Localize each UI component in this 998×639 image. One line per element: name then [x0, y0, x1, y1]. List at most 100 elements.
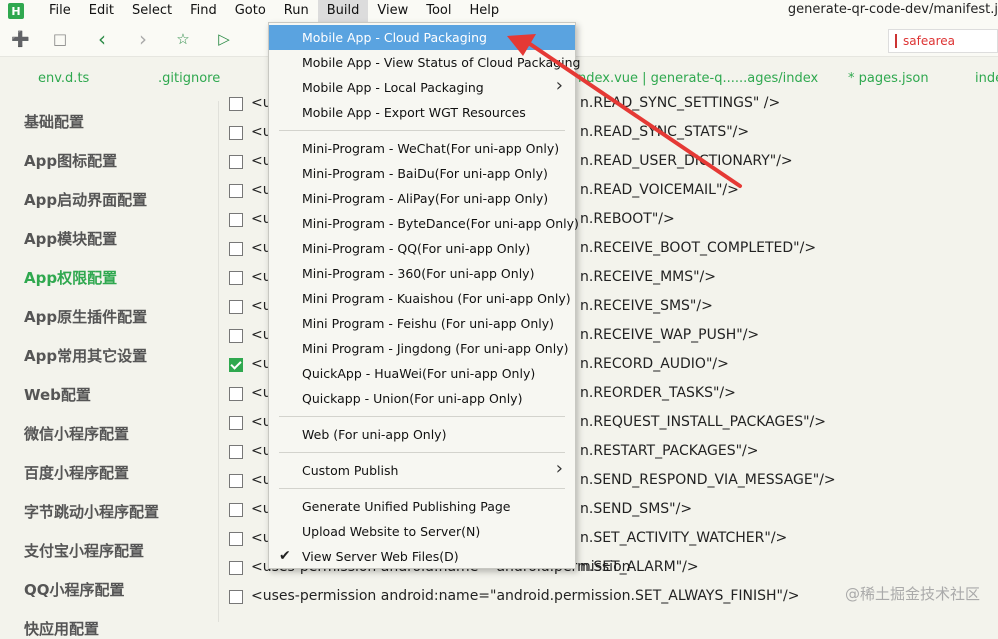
permission-checkbox[interactable]: [229, 416, 243, 430]
sidebar-item-12[interactable]: QQ小程序配置: [24, 579, 125, 600]
sidebar-item-4[interactable]: App权限配置: [24, 267, 117, 288]
build-menu-item-label: View Server Web Files(D): [302, 549, 459, 564]
build-menu-item[interactable]: QuickApp - HuaWei(For uni-app Only): [269, 361, 575, 386]
menu-select[interactable]: Select: [123, 0, 181, 22]
build-menu-item-label: Upload Website to Server(N): [302, 524, 481, 539]
save-icon[interactable]: □: [51, 30, 69, 48]
permission-checkbox[interactable]: [229, 329, 243, 343]
menu-items: File Edit Select Find Goto Run Build View Tool He…: [40, 0, 508, 22]
build-menu-item-label: Mini Program - Jingdong (For uni-app Onl…: [302, 341, 569, 356]
app-logo-icon[interactable]: H: [8, 3, 24, 19]
permission-checkbox[interactable]: [229, 561, 243, 575]
window-title: generate-qr-code-dev/manifest.j: [787, 2, 998, 17]
permission-checkbox[interactable]: [229, 300, 243, 314]
sidebar-item-3[interactable]: App模块配置: [24, 228, 117, 249]
build-menu-item[interactable]: Mini-Program - AliPay(For uni-app Only): [269, 186, 575, 211]
back-icon[interactable]: ‹: [93, 29, 111, 49]
code-text-right: n.READ_SYNC_STATS"/>: [580, 124, 750, 140]
menu-help[interactable]: Help: [460, 0, 508, 22]
build-menu-item-label: Mini-Program - QQ(For uni-app Only): [302, 241, 531, 256]
menu-view[interactable]: View: [368, 0, 417, 22]
sidebar-item-9[interactable]: 百度小程序配置: [24, 462, 129, 483]
sidebar-item-0[interactable]: 基础配置: [24, 111, 84, 132]
tab-index[interactable]: inde: [975, 71, 998, 86]
build-menu-item-label: QuickApp - HuaWei(For uni-app Only): [302, 366, 536, 381]
build-menu-item[interactable]: Mini-Program - 360(For uni-app Only): [269, 261, 575, 286]
code-text-right: n.READ_SYNC_SETTINGS" />: [580, 95, 781, 111]
permission-checkbox[interactable]: [229, 387, 243, 401]
sidebar-item-2[interactable]: App启动界面配置: [24, 189, 147, 210]
build-menu-item-label: Quickapp - Union(For uni-app Only): [302, 391, 523, 406]
build-menu-item[interactable]: Upload Website to Server(N): [269, 519, 575, 544]
build-menu-item[interactable]: View Server Web Files(D) ✔: [269, 544, 575, 569]
permission-checkbox[interactable]: [229, 97, 243, 111]
sidebar-item-1[interactable]: App图标配置: [24, 150, 117, 171]
code-text-right: n.SET_ACTIVITY_WATCHER"/>: [580, 530, 788, 546]
star-icon[interactable]: ☆: [174, 30, 192, 48]
build-menu-item-label: Mobile App - Export WGT Resources: [302, 105, 526, 120]
permission-checkbox[interactable]: [229, 445, 243, 459]
menu-file[interactable]: File: [40, 0, 80, 22]
menu-goto[interactable]: Goto: [226, 0, 275, 22]
search-value: safearea: [903, 34, 955, 48]
sidebar-item-6[interactable]: App常用其它设置: [24, 345, 147, 366]
build-menu-item[interactable]: Mobile App - View Status of Cloud Packag…: [269, 50, 580, 75]
tab-pages-json[interactable]: * pages.json: [848, 71, 929, 86]
tab-index-vue[interactable]: ndex.vue | generate-q......ages/index: [578, 71, 818, 86]
permission-checkbox[interactable]: [229, 242, 243, 256]
permission-checkbox[interactable]: [229, 126, 243, 140]
sidebar-item-11[interactable]: 支付宝小程序配置: [24, 540, 144, 561]
permission-checkbox[interactable]: [229, 474, 243, 488]
build-menu-item-label: Mini-Program - ByteDance(For uni-app Onl…: [302, 216, 579, 231]
build-menu-item[interactable]: Mini Program - Jingdong (For uni-app Onl…: [269, 336, 575, 361]
build-menu-dropdown: Mobile App - Cloud Packaging Mobile App -…: [268, 22, 580, 569]
permission-checkbox[interactable]: [229, 271, 243, 285]
sidebar-item-10[interactable]: 字节跳动小程序配置: [24, 501, 159, 522]
code-text-right: n.RECEIVE_SMS"/>: [580, 298, 713, 314]
build-menu-item[interactable]: Mini-Program - QQ(For uni-app Only): [269, 236, 575, 261]
build-menu-item[interactable]: Mini-Program - WeChat(For uni-app Only): [269, 136, 575, 161]
code-text-right: n.READ_USER_DICTIONARY"/>: [580, 153, 793, 169]
menu-find[interactable]: Find: [181, 0, 226, 22]
permission-checkbox[interactable]: [229, 358, 243, 372]
build-menu-item[interactable]: Custom Publish ›: [269, 458, 575, 483]
checkmark-icon: ✔: [279, 548, 291, 564]
build-menu-item[interactable]: Mini-Program - ByteDance(For uni-app Onl…: [269, 211, 579, 236]
build-menu-item[interactable]: Quickapp - Union(For uni-app Only): [269, 386, 575, 411]
menu-tool[interactable]: Tool: [417, 0, 460, 22]
new-file-icon[interactable]: ➕: [11, 30, 30, 48]
sidebar-item-13[interactable]: 快应用配置: [24, 618, 99, 639]
forward-icon[interactable]: ›: [134, 29, 152, 49]
search-input[interactable]: safearea: [888, 29, 998, 53]
sidebar-item-8[interactable]: 微信小程序配置: [24, 423, 129, 444]
build-menu-item-label: Mini-Program - BaiDu(For uni-app Only): [302, 166, 548, 181]
submenu-chevron-icon: ›: [555, 75, 563, 96]
sidebar-item-7[interactable]: Web配置: [24, 384, 91, 405]
permission-checkbox[interactable]: [229, 590, 243, 604]
permission-checkbox[interactable]: [229, 155, 243, 169]
build-menu-item[interactable]: Mini-Program - BaiDu(For uni-app Only): [269, 161, 575, 186]
build-menu-item[interactable]: Mini Program - Kuaishou (For uni-app Onl…: [269, 286, 575, 311]
sidebar-item-5[interactable]: App原生插件配置: [24, 306, 147, 327]
build-menu-item[interactable]: Mobile App - Export WGT Resources: [269, 100, 575, 125]
build-menu-item[interactable]: Mobile App - Local Packaging ›: [269, 75, 575, 100]
permission-checkbox[interactable]: [229, 213, 243, 227]
tab-gitignore[interactable]: .gitignore: [158, 71, 220, 86]
permission-checkbox[interactable]: [229, 184, 243, 198]
run-icon[interactable]: ▷: [215, 30, 233, 48]
code-text-right: n.READ_VOICEMAIL"/>: [580, 182, 739, 198]
watermark: @稀土掘金技术社区: [844, 585, 980, 603]
build-menu-item[interactable]: Generate Unified Publishing Page: [269, 494, 575, 519]
permission-checkbox[interactable]: [229, 532, 243, 546]
permission-checkbox[interactable]: [229, 503, 243, 517]
build-menu-item-label: Mobile App - Cloud Packaging: [302, 30, 487, 45]
build-menu-item[interactable]: Mobile App - Cloud Packaging: [269, 25, 575, 50]
menu-run[interactable]: Run: [275, 0, 318, 22]
menu-edit[interactable]: Edit: [80, 0, 123, 22]
menu-build[interactable]: Build: [317, 0, 369, 22]
build-menu-item[interactable]: Web (For uni-app Only): [269, 422, 575, 447]
code-text-right: n.REQUEST_INSTALL_PACKAGES"/>: [580, 414, 826, 430]
build-menu-item[interactable]: Mini Program - Feishu (For uni-app Only): [269, 311, 575, 336]
build-menu-item-label: Mini-Program - AliPay(For uni-app Only): [302, 191, 549, 206]
tab-env-d-ts[interactable]: env.d.ts: [38, 71, 89, 86]
